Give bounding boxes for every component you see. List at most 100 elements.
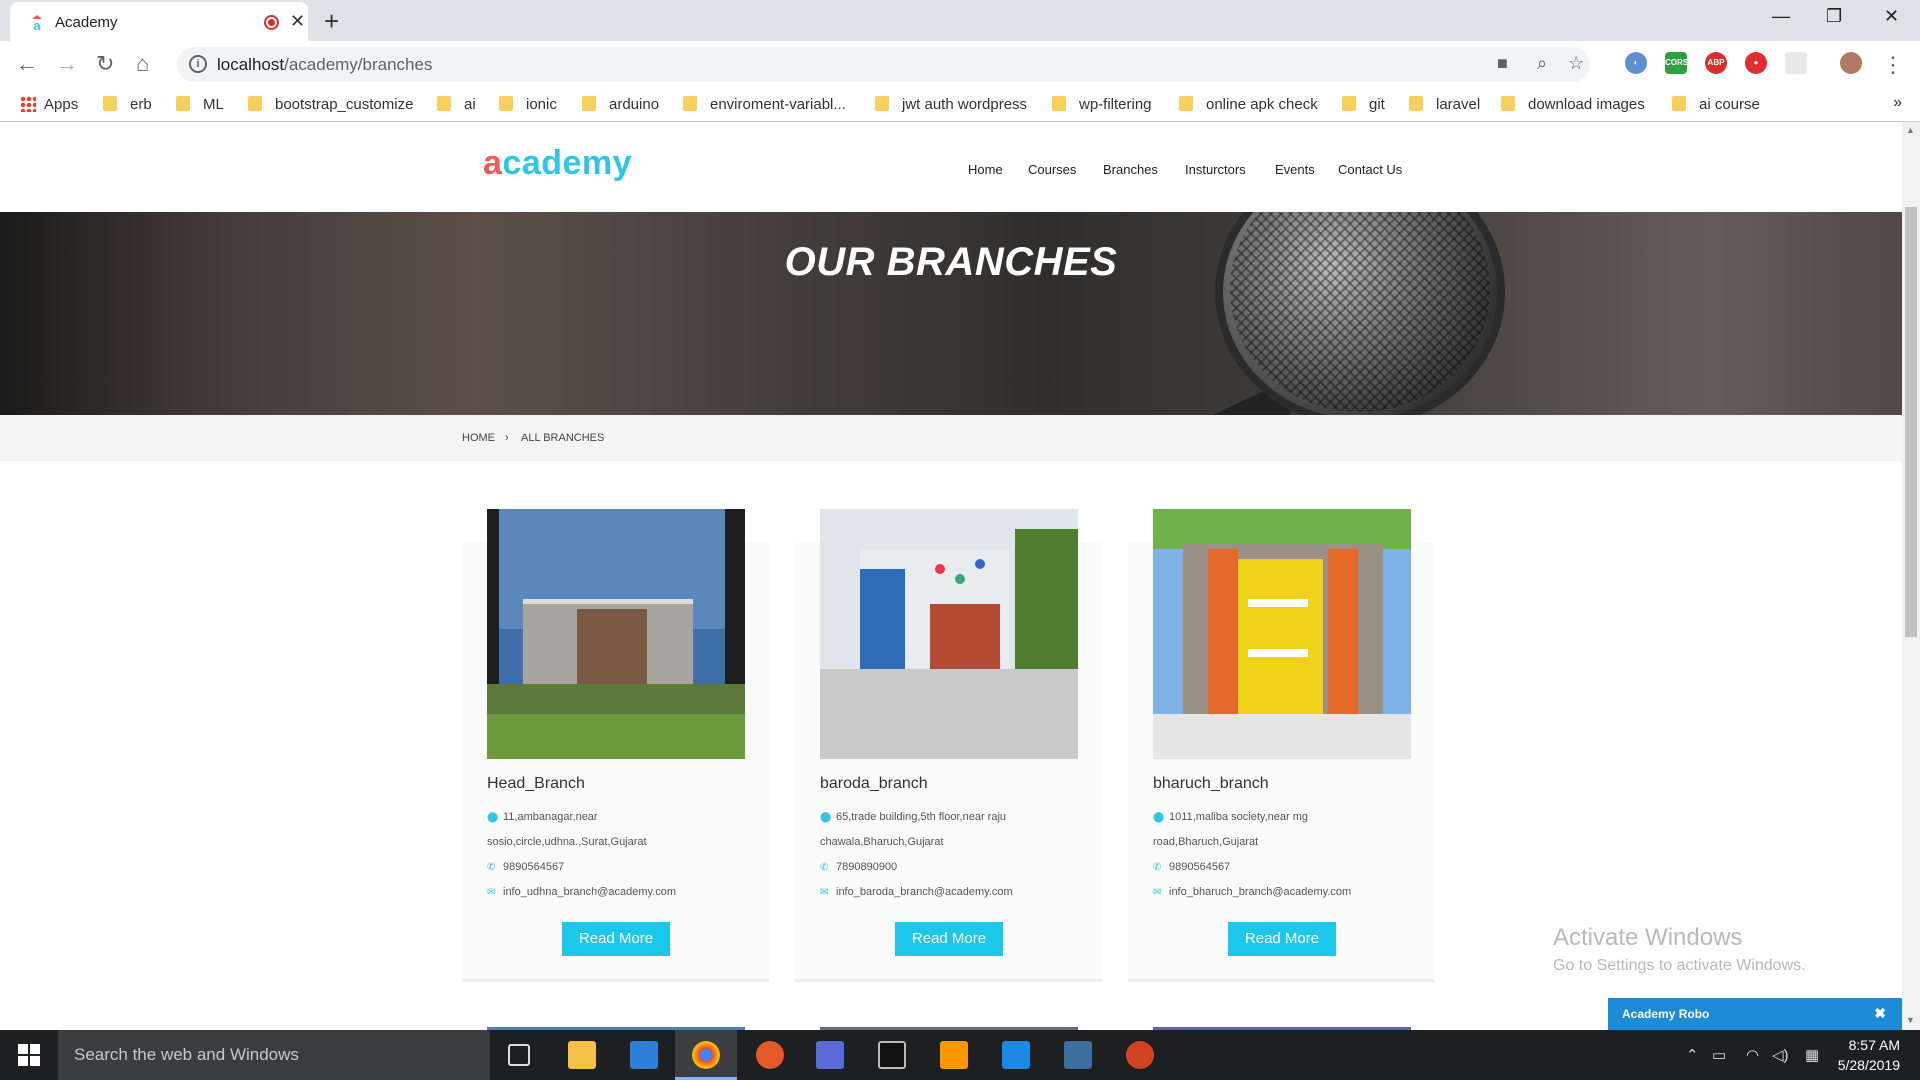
nav-instructors[interactable]: Insturctors [1185,162,1246,177]
bookmark-folder[interactable]: ML [176,96,224,113]
bookmark-folder[interactable]: jwt auth wordpress [875,96,1027,113]
extension-grey-icon[interactable] [1785,52,1807,74]
bookmark-folder[interactable]: ionic [499,96,557,113]
browser-menu-icon[interactable]: ⋮ [1882,52,1904,78]
breadcrumb: HOME › ALL BRANCHES [0,415,1902,461]
adblock-extension-icon[interactable]: ABP [1705,52,1727,74]
branch-card: Head_Branch ⬤ 11,ambanagar,near sosio,circ… [462,509,769,982]
nav-home[interactable]: Home [968,162,1003,177]
sublime-text-icon[interactable] [940,1041,968,1069]
mail-icon: ✉ [487,887,496,898]
camera-icon[interactable]: ■ [1497,53,1508,74]
minimize-button[interactable]: — [1772,6,1790,27]
restore-button[interactable]: ❐ [1826,6,1842,27]
folder-icon [683,96,697,111]
branch-email: ✉ info_baroda_branch@academy.com [820,880,1013,905]
phone-icon: ✆ [820,862,829,873]
scroll-thumb[interactable] [1905,207,1917,637]
profile-avatar[interactable] [1840,52,1862,74]
branch-photo [1153,509,1411,759]
folder-icon [582,96,596,111]
back-button[interactable]: ← [16,51,38,77]
chrome-icon[interactable] [692,1041,720,1069]
site-info-icon[interactable]: i [189,55,207,73]
bookmark-folder[interactable]: ai [437,96,476,113]
battery-icon[interactable]: ▭ [1712,1046,1726,1064]
svg-text:a: a [33,18,41,31]
extension-1-icon[interactable]: ◐ [1625,52,1647,74]
ime-icon[interactable]: ▦ [1805,1046,1819,1064]
phone-icon: ✆ [1153,862,1162,873]
taskbar-search-placeholder: Search the web and Windows [74,1045,299,1064]
folder-icon [1052,96,1066,111]
taskbar-search[interactable]: Search the web and Windows [58,1030,490,1080]
bookmark-folder[interactable]: wp-filtering [1052,96,1152,113]
chat-close-icon[interactable]: ✖ [1874,1005,1886,1022]
new-tab-button[interactable]: + [324,6,339,37]
url-text[interactable]: localhost/academy/branches [217,55,432,75]
terminal-icon[interactable] [878,1041,906,1069]
zoom-icon[interactable]: ⌕ [1537,53,1547,74]
store-icon[interactable] [630,1041,658,1069]
postman-icon[interactable] [756,1041,784,1069]
cors-extension-icon[interactable]: CORS [1665,52,1688,74]
tab-close-icon[interactable]: ✕ [290,11,305,32]
bookmark-folder[interactable]: enviroment-variabl... [683,96,846,113]
location-icon: ⬤ [487,812,499,823]
page-title: OUR BRANCHES [784,240,1118,284]
infinity-app-icon[interactable] [816,1041,844,1069]
task-view-icon[interactable] [508,1044,530,1066]
bookmark-star-icon[interactable]: ☆ [1568,53,1584,74]
powerpoint-icon[interactable] [1126,1041,1154,1069]
vscode-icon[interactable] [1002,1041,1030,1069]
nav-courses[interactable]: Courses [1028,162,1076,177]
read-more-button[interactable]: Read More [1228,922,1336,956]
bookmark-folder[interactable]: ai course [1672,96,1760,113]
read-more-button[interactable]: Read More [895,922,1003,956]
chat-widget[interactable]: Academy Robo ✖ [1608,998,1902,1030]
bookmark-folder[interactable]: arduino [582,96,659,113]
reload-button[interactable]: ↻ [96,51,114,77]
bookmark-folder[interactable]: bootstrap_customize [248,96,413,113]
folder-icon [1672,96,1686,111]
bookmark-apps[interactable]: Apps [20,96,78,113]
scroll-down-icon[interactable]: ▼ [1906,1015,1915,1025]
system-clock[interactable]: 8:57 AM 5/28/2019 [1830,1035,1900,1075]
read-more-button[interactable]: Read More [562,922,670,956]
branch-address: ⬤ 65,trade building,5th floor,near raju ch… [820,805,1006,855]
mysql-workbench-icon[interactable] [1064,1041,1092,1069]
folder-icon [1342,96,1356,111]
wifi-icon[interactable]: ◠ [1746,1046,1759,1064]
browser-tab[interactable]: a Academy ✕ [10,2,308,41]
breadcrumb-separator-icon: › [505,432,509,444]
breadcrumb-home[interactable]: HOME [462,432,495,444]
mail-icon: ✉ [820,887,829,898]
address-bar[interactable]: i localhost/academy/branches ■ ⌕ ☆ [177,47,1590,82]
chat-title: Academy Robo [1622,1007,1710,1021]
volume-icon[interactable]: ◁) [1772,1046,1789,1064]
location-icon: ⬤ [820,812,832,823]
location-icon: ⬤ [1153,812,1165,823]
bookmark-folder[interactable]: erb [103,96,152,113]
forward-button[interactable]: → [56,51,78,77]
breadcrumb-current: ALL BRANCHES [521,432,605,444]
bookmark-folder[interactable]: download images [1501,96,1645,113]
mail-icon: ✉ [1153,887,1162,898]
page-scrollbar[interactable]: ▲ ▼ [1902,122,1920,1030]
nav-events[interactable]: Events [1275,162,1315,177]
close-window-button[interactable]: ✕ [1884,6,1899,27]
scroll-up-icon[interactable]: ▲ [1906,125,1915,135]
bookmarks-overflow-icon[interactable]: » [1893,94,1902,112]
tray-chevron-icon[interactable]: ⌃ [1686,1046,1699,1064]
bookmark-folder[interactable]: online apk check [1179,96,1318,113]
site-logo[interactable]: academy [483,144,632,183]
tab-strip: a Academy ✕ + — ❐ ✕ [0,0,1920,41]
extension-red-icon[interactable]: ● [1745,52,1767,74]
nav-branches[interactable]: Branches [1103,162,1158,177]
windows-start-icon[interactable] [18,1044,40,1066]
nav-contact[interactable]: Contact Us [1338,162,1402,177]
bookmark-folder[interactable]: laravel [1409,96,1480,113]
file-explorer-icon[interactable] [568,1041,596,1069]
home-button[interactable]: ⌂ [136,51,149,77]
bookmark-folder[interactable]: git [1342,96,1385,113]
